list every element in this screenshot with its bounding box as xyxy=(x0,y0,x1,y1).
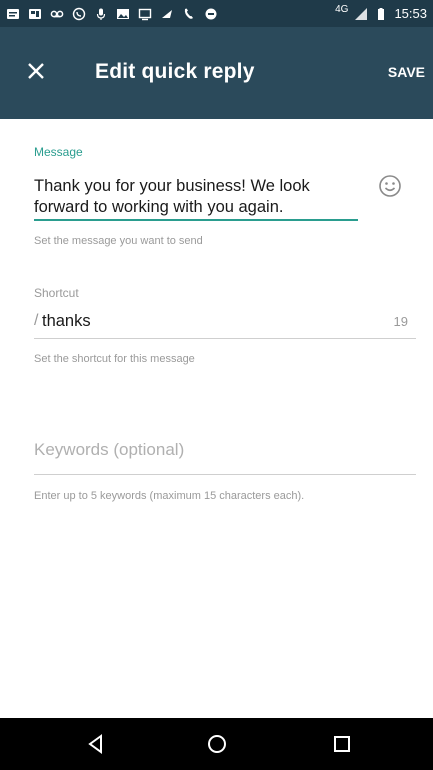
shortcut-label: Shortcut xyxy=(34,286,79,300)
message-helper: Set the message you want to send xyxy=(34,235,203,247)
home-icon xyxy=(208,735,226,753)
home-button[interactable] xyxy=(203,730,231,758)
message-underline xyxy=(34,219,358,221)
message-label: Message xyxy=(34,145,83,159)
keywords-input[interactable]: Keywords (optional) xyxy=(34,440,184,460)
save-button[interactable]: SAVE xyxy=(388,64,425,80)
image-icon xyxy=(116,7,130,21)
shortcut-char-count: 19 xyxy=(393,314,408,329)
shortcut-underline xyxy=(34,338,416,339)
message-input[interactable]: Thank you for your business! We look for… xyxy=(34,176,364,218)
blocked-icon xyxy=(204,7,218,21)
status-icons xyxy=(6,7,335,21)
battery-icon xyxy=(374,7,388,21)
voicemail-icon xyxy=(50,7,64,21)
emoji-icon xyxy=(379,175,401,197)
status-right: 4G 15:53 xyxy=(335,4,427,21)
recents-button[interactable] xyxy=(328,730,356,758)
shortcut-value: thanks xyxy=(42,312,91,330)
missed-call-icon xyxy=(182,7,196,21)
shortcut-prefix: / xyxy=(34,312,39,329)
signal-icon xyxy=(354,7,368,21)
shortcut-helper: Set the shortcut for this message xyxy=(34,353,195,365)
close-button[interactable] xyxy=(22,57,50,85)
gallery-icon xyxy=(28,7,42,21)
close-icon xyxy=(28,63,44,79)
whatsapp-icon xyxy=(72,7,86,21)
network-type: 4G xyxy=(335,4,349,15)
cast-icon xyxy=(138,7,152,21)
keywords-underline xyxy=(34,474,416,475)
recents-icon xyxy=(334,736,350,752)
status-time: 15:53 xyxy=(394,6,427,21)
location-icon xyxy=(160,7,174,21)
app-bar: Edit quick reply SAVE xyxy=(0,27,433,119)
navigation-bar xyxy=(0,718,433,770)
back-button[interactable] xyxy=(82,730,110,758)
keywords-helper: Enter up to 5 keywords (maximum 15 chara… xyxy=(34,490,305,502)
shortcut-input[interactable]: / thanks 19 xyxy=(34,312,414,338)
emoji-button[interactable] xyxy=(377,173,403,199)
message-icon xyxy=(6,7,20,21)
status-bar: 4G 15:53 xyxy=(0,0,433,27)
back-icon xyxy=(88,734,102,754)
page-title: Edit quick reply xyxy=(95,60,255,83)
mic-icon xyxy=(94,7,108,21)
